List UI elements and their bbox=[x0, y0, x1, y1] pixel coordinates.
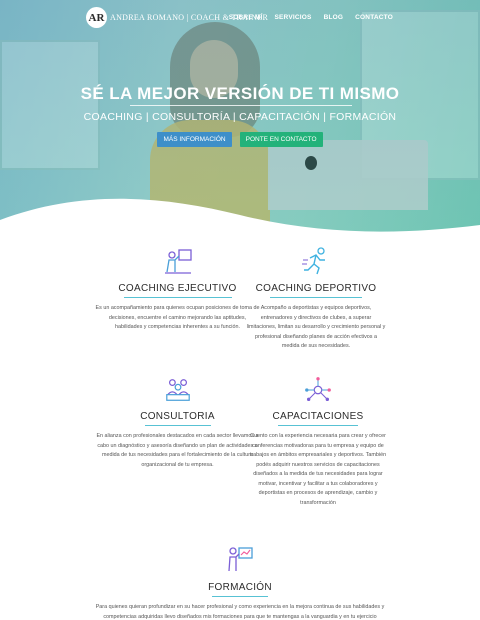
title-underline bbox=[278, 425, 358, 426]
title-underline bbox=[270, 297, 362, 298]
runner-icon bbox=[302, 247, 325, 275]
hero-wave-divider bbox=[0, 198, 480, 240]
service-description: Es un acompañamiento para quienes ocupan… bbox=[95, 305, 260, 330]
title-underline bbox=[212, 596, 268, 597]
team-meeting-icon bbox=[165, 379, 190, 401]
service-description: Para quienes quieran profundizar en su h… bbox=[95, 604, 385, 620]
hero-subtitle: COACHING | CONSULTORÍA | CAPACITACIÓN | … bbox=[83, 111, 397, 123]
service-description: En alianza con profesionales destacados … bbox=[96, 433, 259, 468]
hero-title: SÉ LA MEJOR VERSIÓN DE TI MISMO bbox=[80, 84, 400, 103]
service-title: COACHING DEPORTIVO bbox=[255, 283, 377, 294]
nav-blog[interactable]: BLOG bbox=[324, 14, 344, 21]
nav-servicios[interactable]: SERVICIOS bbox=[274, 14, 311, 21]
nav-sobre-mi[interactable]: SOBRE MÍ bbox=[229, 14, 263, 21]
executive-coaching-icon bbox=[164, 249, 192, 274]
title-underline bbox=[123, 297, 232, 298]
service-description: Acompaño a deportistas y equipos deporti… bbox=[246, 305, 386, 349]
service-card-consultoria: CONSULTORIA En alianza con profesionales… bbox=[95, 376, 260, 470]
service-title: CONSULTORIA bbox=[140, 411, 215, 422]
service-card-coaching-deportivo: COACHING DEPORTIVO Acompaño a deportista… bbox=[246, 246, 386, 352]
title-underline bbox=[144, 425, 211, 426]
service-card-capacitaciones: CAPACITACIONES Cuento con la experiencia… bbox=[248, 376, 388, 508]
main-nav: SOBRE MÍ SERVICIOS BLOG CONTACTO bbox=[229, 14, 393, 21]
service-title: CAPACITACIONES bbox=[272, 411, 364, 422]
hero-divider bbox=[130, 105, 352, 106]
presentation-icon bbox=[228, 547, 253, 572]
network-head-icon bbox=[305, 377, 331, 402]
service-description: Cuento con la experiencia necesaria para… bbox=[249, 433, 387, 506]
service-title: COACHING EJECUTIVO bbox=[118, 283, 237, 294]
service-card-formacion: FORMACIÓN Para quienes quieran profundiz… bbox=[92, 545, 388, 620]
more-info-button[interactable]: MÁS INFORMACIÓN bbox=[157, 132, 232, 147]
service-title: FORMACIÓN bbox=[208, 582, 272, 593]
contact-button[interactable]: PONTE EN CONTACTO bbox=[239, 132, 323, 147]
logo-initials: AR bbox=[86, 7, 107, 28]
nav-contacto[interactable]: CONTACTO bbox=[355, 14, 393, 21]
service-card-coaching-ejecutivo: COACHING EJECUTIVO Es un acompañamiento … bbox=[95, 246, 260, 333]
